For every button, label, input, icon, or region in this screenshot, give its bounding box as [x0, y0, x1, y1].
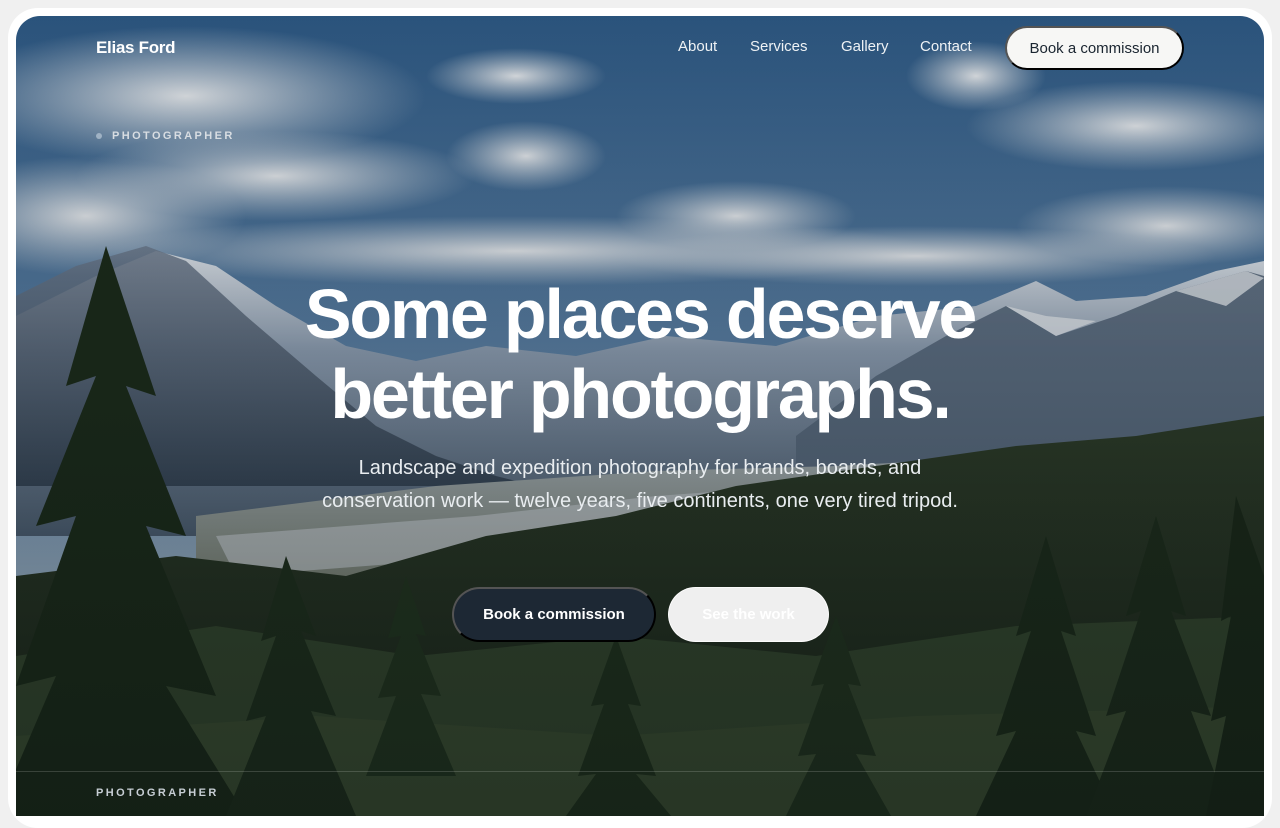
- hero-headline: Some places deserve better photographs.: [16, 274, 1264, 434]
- nav-services[interactable]: Services: [750, 38, 808, 58]
- see-work-button[interactable]: See the work: [668, 587, 829, 642]
- hero-eyebrow: PHOTOGRAPHER: [96, 129, 235, 143]
- section-divider: [16, 771, 1264, 772]
- brand-logo[interactable]: Elias Ford: [96, 38, 175, 58]
- book-commission-nav-button[interactable]: Book a commission: [1005, 26, 1184, 70]
- next-section-eyebrow: PHOTOGRAPHER: [96, 787, 219, 799]
- headline-line-1: Some places deserve: [304, 275, 978, 353]
- hero-section: Elias Ford About Services Gallery Contac…: [16, 16, 1264, 816]
- nav-about[interactable]: About: [678, 38, 717, 58]
- book-commission-button[interactable]: Book a commission: [452, 587, 656, 642]
- hero-subtitle: Landscape and expedition photography for…: [322, 457, 958, 512]
- nav-gallery[interactable]: Gallery: [841, 38, 889, 58]
- nav-contact[interactable]: Contact: [920, 38, 972, 58]
- headline-line-2: better photographs.: [330, 355, 952, 433]
- eyebrow-label: PHOTOGRAPHER: [112, 130, 235, 142]
- eyebrow-dot: [96, 133, 102, 139]
